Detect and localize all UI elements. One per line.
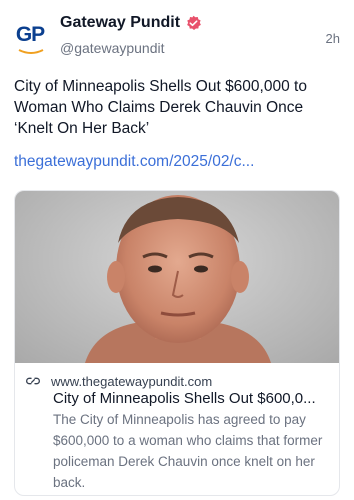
post-timestamp[interactable]: 2h: [326, 31, 340, 46]
author-handle[interactable]: @gatewaypundit: [60, 40, 165, 56]
link-preview-domain: www.thegatewaypundit.com: [51, 373, 213, 389]
link-preview-image[interactable]: [15, 191, 339, 363]
avatar-logo-text: GP: [15, 23, 45, 46]
post: GP Gateway Pundit @gatewaypundit 2h City…: [0, 0, 354, 500]
post-body-link[interactable]: thegatewaypundit.com/2025/02/c...: [14, 153, 254, 171]
link-preview-description: The City of Minneapolis has agreed to pa…: [53, 412, 323, 490]
post-body-text: City of Minneapolis Shells Out $600,000 …: [14, 78, 307, 137]
author-display-name[interactable]: Gateway Pundit: [60, 14, 180, 32]
link-preview-domain-row: www.thegatewaypundit.com: [25, 373, 212, 389]
verified-badge-icon: [187, 15, 201, 30]
logo-swoosh-icon: [18, 49, 44, 54]
link-preview-title[interactable]: City of Minneapolis Shells Out $600,0...: [53, 390, 335, 407]
link-icon: [26, 377, 40, 385]
mugshot-photo-icon: [85, 195, 271, 363]
author-name-row[interactable]: Gateway Pundit: [60, 14, 202, 32]
link-preview-card[interactable]: www.thegatewaypundit.com City of Minneap…: [14, 190, 340, 496]
avatar[interactable]: GP: [12, 22, 48, 58]
